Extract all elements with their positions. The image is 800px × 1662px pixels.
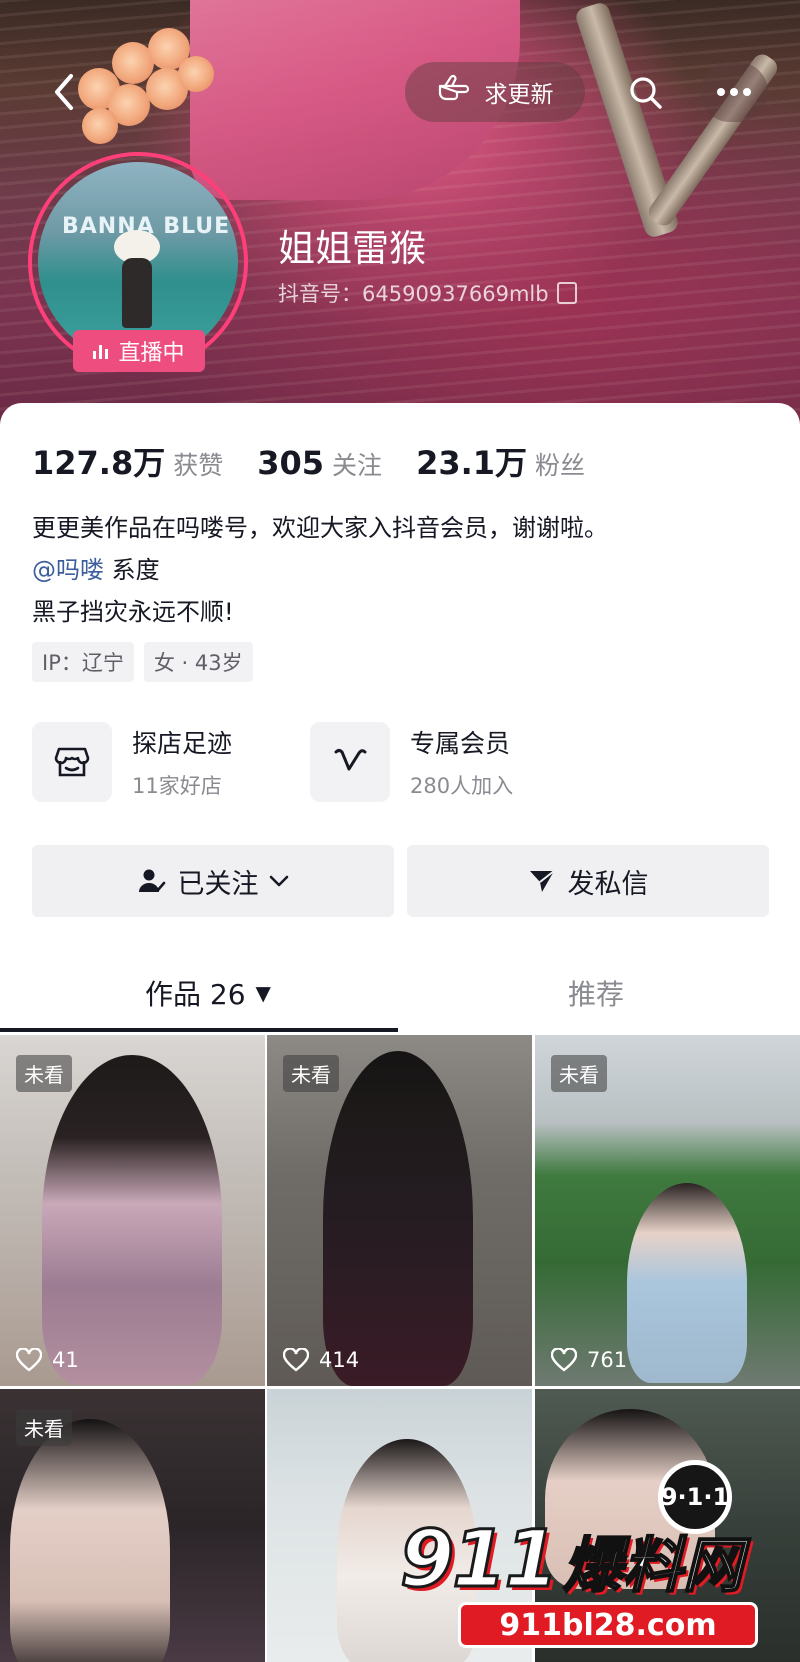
request-update-button[interactable]: 求更新 bbox=[405, 62, 585, 122]
more-options-button[interactable] bbox=[700, 62, 768, 122]
back-arrow-icon bbox=[55, 74, 73, 110]
video-thumbnail[interactable]: 未看 bbox=[0, 1389, 265, 1662]
thumbnail-figure bbox=[627, 1183, 747, 1383]
video-likes-count: 761 bbox=[587, 1348, 628, 1372]
video-thumbnail[interactable]: 未看 761 bbox=[535, 1035, 800, 1386]
search-icon bbox=[630, 77, 662, 109]
content-tabs: 作品 26 ▼ 推荐 bbox=[0, 955, 800, 1030]
profile-tags: IP：辽宁 女 · 43岁 bbox=[32, 642, 253, 682]
live-label: 直播中 bbox=[118, 341, 185, 366]
shop-icon bbox=[32, 722, 112, 802]
stat-likes[interactable]: 127.8万 获赞 bbox=[32, 438, 223, 484]
video-likes: 414 bbox=[283, 1348, 359, 1372]
v-member-icon bbox=[310, 722, 390, 802]
watermark-chinese: 爆料网 bbox=[562, 1530, 744, 1602]
send-message-button[interactable]: 发私信 bbox=[407, 845, 769, 917]
unwatched-badge: 未看 bbox=[16, 1055, 72, 1092]
tab-works-label: 作品 26 bbox=[145, 977, 246, 1011]
bio-mention-link[interactable]: @吗喽 bbox=[32, 556, 104, 584]
search-button[interactable] bbox=[615, 62, 677, 124]
bio-line-2: @吗喽 系度 bbox=[32, 550, 160, 585]
more-dots-icon bbox=[717, 88, 751, 96]
pointing-hand-icon bbox=[437, 74, 473, 110]
tab-works[interactable]: 作品 26 ▼ bbox=[145, 955, 271, 1030]
shop-visits-subtitle: 11家好店 bbox=[132, 774, 222, 798]
bio-line-3: 黑子挡灾永远不顺! bbox=[32, 598, 234, 626]
watermark-brand: 911 爆料网 bbox=[399, 1514, 744, 1607]
unwatched-badge: 未看 bbox=[283, 1055, 339, 1092]
douyin-id-text: 抖音号：64590937669mlb bbox=[278, 282, 549, 306]
profile-stats: 127.8万 获赞 305 关注 23.1万 粉丝 bbox=[32, 438, 619, 484]
exclusive-member-title: 专属会员 bbox=[410, 729, 511, 758]
back-button[interactable] bbox=[40, 62, 88, 122]
caret-down-icon: ▼ bbox=[255, 980, 271, 1005]
active-tab-indicator bbox=[0, 1028, 398, 1032]
douyin-id[interactable]: 抖音号：64590937669mlb bbox=[278, 278, 577, 308]
bio-line-1: 更更美作品在吗喽号，欢迎大家入抖音会员，谢谢啦。 bbox=[32, 514, 608, 542]
copy-icon[interactable] bbox=[556, 282, 577, 304]
watermark-logo: 9·1·1 911 爆料网 911bl28.com bbox=[399, 1460, 790, 1660]
stat-followers-value: 23.1万 bbox=[416, 444, 528, 482]
rose-bouquet bbox=[78, 28, 218, 148]
heart-icon bbox=[283, 1348, 309, 1372]
tab-recommend-label: 推荐 bbox=[568, 977, 625, 1011]
tab-recommend[interactable]: 推荐 bbox=[568, 955, 624, 1030]
shop-visits-title: 探店足迹 bbox=[132, 729, 233, 758]
thumbnail-figure bbox=[323, 1051, 473, 1386]
stat-following[interactable]: 305 关注 bbox=[257, 444, 382, 482]
video-thumbnail[interactable]: 未看 414 bbox=[267, 1035, 532, 1386]
unwatched-badge: 未看 bbox=[551, 1055, 607, 1092]
send-icon bbox=[528, 868, 556, 894]
user-check-icon bbox=[138, 868, 166, 894]
video-likes: 761 bbox=[551, 1348, 627, 1372]
bio-mention-suffix: 系度 bbox=[104, 556, 160, 584]
stat-following-value: 305 bbox=[257, 444, 325, 482]
live-bars-icon bbox=[93, 343, 109, 359]
shop-visits-entry[interactable]: 探店足迹 11家好店 bbox=[32, 722, 232, 802]
stat-likes-value: 127.8万 bbox=[32, 444, 166, 482]
unwatched-badge: 未看 bbox=[16, 1409, 72, 1446]
stat-likes-label: 获赞 bbox=[173, 451, 224, 480]
following-label: 已关注 bbox=[177, 868, 259, 900]
profile-nickname: 姐姐雷猴 bbox=[278, 227, 426, 270]
video-thumbnail[interactable]: 未看 41 bbox=[0, 1035, 265, 1386]
heart-icon bbox=[551, 1348, 577, 1372]
video-likes-count: 414 bbox=[319, 1348, 360, 1372]
thumbnail-figure bbox=[42, 1055, 222, 1385]
thumbnail-figure bbox=[10, 1419, 170, 1662]
following-button[interactable]: 已关注 bbox=[32, 845, 394, 917]
request-update-label: 求更新 bbox=[484, 82, 554, 108]
live-badge[interactable]: 直播中 bbox=[73, 330, 205, 372]
exclusive-member-entry[interactable]: 专属会员 280人加入 bbox=[310, 722, 513, 802]
stat-followers[interactable]: 23.1万 粉丝 bbox=[416, 438, 585, 484]
video-likes: 41 bbox=[16, 1348, 79, 1372]
watermark-number: 911 bbox=[399, 1514, 561, 1607]
gender-age-tag: 女 · 43岁 bbox=[143, 642, 253, 682]
exclusive-member-subtitle: 280人加入 bbox=[410, 774, 514, 798]
watermark-url: 911bl28.com bbox=[458, 1602, 758, 1648]
heart-icon bbox=[16, 1348, 42, 1372]
ip-location-tag: IP：辽宁 bbox=[32, 642, 134, 682]
send-message-label: 发私信 bbox=[567, 868, 649, 900]
stat-following-label: 关注 bbox=[332, 451, 383, 480]
stat-followers-label: 粉丝 bbox=[535, 451, 586, 480]
chevron-down-icon bbox=[269, 875, 289, 887]
video-likes-count: 41 bbox=[52, 1348, 79, 1372]
avatar-person bbox=[122, 258, 152, 328]
